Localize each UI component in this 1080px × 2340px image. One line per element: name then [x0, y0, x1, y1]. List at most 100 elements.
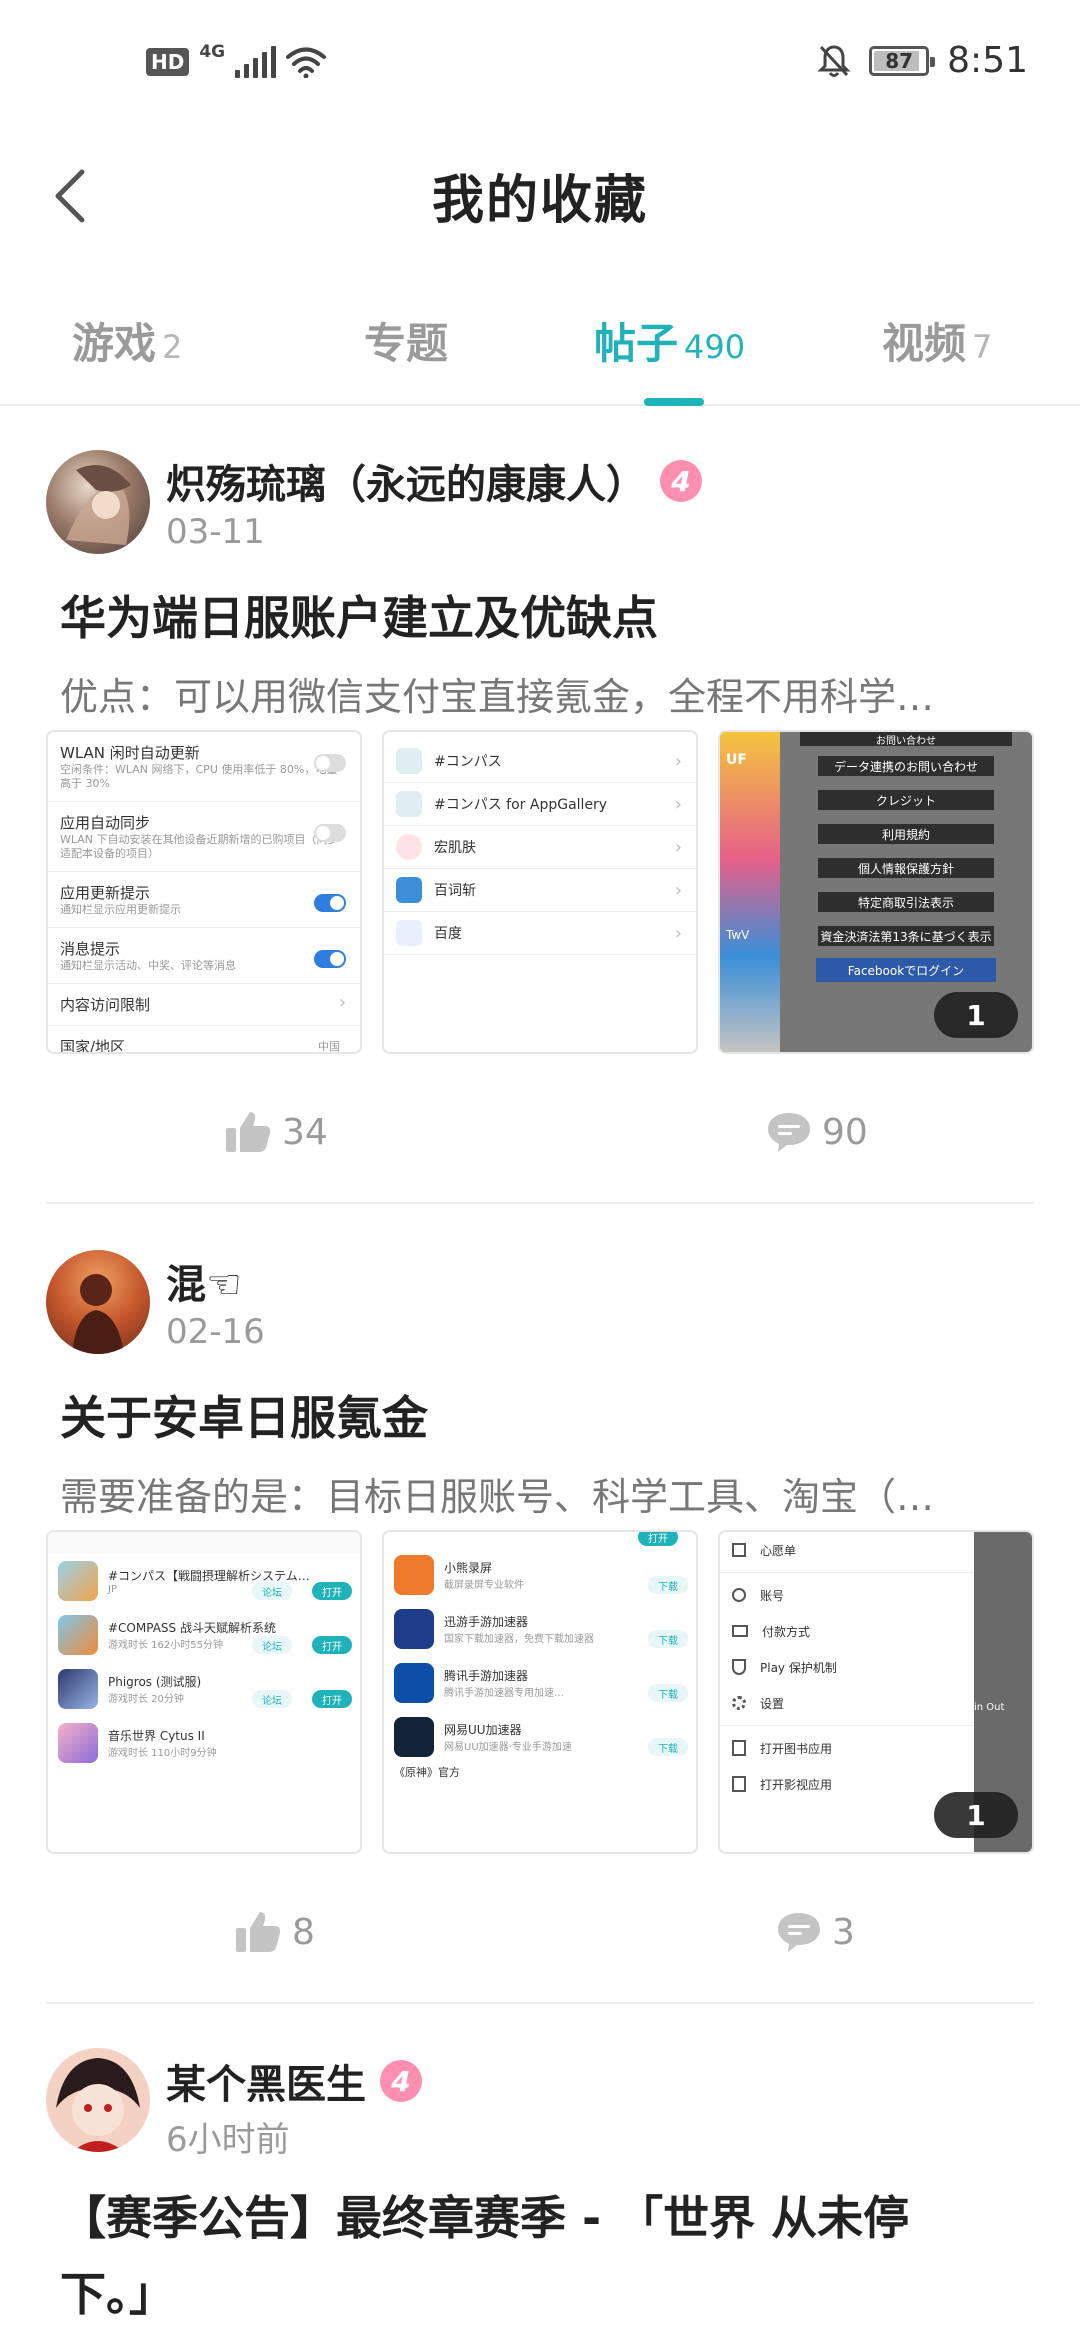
game-icon: [58, 1669, 98, 1709]
like-button[interactable]: 34: [224, 1110, 328, 1154]
card-icon: [732, 1625, 748, 1637]
post-title[interactable]: 关于安卓日服氪金: [60, 1380, 1020, 1456]
open-pill: 打开: [638, 1532, 678, 1546]
wifi-icon: [286, 47, 327, 78]
status-left: HD 4G: [146, 42, 327, 78]
game-sub: 游戏时长 110小时9分钟: [108, 1748, 217, 1759]
app-icon: [394, 1717, 434, 1757]
menu-label: 账号: [760, 1588, 785, 1603]
app-title: 迅游手游加速器: [444, 1615, 529, 1629]
level-badge: 4: [380, 2060, 422, 2102]
post-card[interactable]: 某个黑医生 4 6小时前 【赛季公告】最终章赛季 - 「世界 从未停下。」: [0, 2030, 1080, 2340]
app-icon: [394, 1663, 434, 1703]
post-date: 03-11: [166, 512, 265, 552]
app-row: 小熊录屏 截屏录屏专业软件 下载: [384, 1548, 696, 1602]
settings-row: 内容访问限制 ›: [48, 984, 360, 1026]
post-title[interactable]: 【赛季公告】最终章赛季 - 「世界 从未停下。」: [60, 2180, 950, 2332]
app-title: 小熊录屏: [444, 1561, 493, 1575]
settings-row: 消息提示 通知栏显示活动、中奖、评论等消息: [48, 928, 360, 984]
game-sub: 游戏时长 162小时55分钟: [108, 1640, 223, 1651]
forum-pill: 论坛: [252, 1582, 292, 1600]
post-image[interactable]: in Out 心愿单 账号 付款方式 Play 保护机制 设置 打开图书应用 打…: [718, 1530, 1034, 1854]
download-pill: 下载: [648, 1738, 688, 1756]
battery-percent: 87: [885, 48, 914, 73]
app-header: 我的收藏: [0, 130, 1080, 260]
post-card[interactable]: 炽殇琉璃（永远的康康人） 4 03-11 华为端日服账户建立及优缺点 优点：可以…: [0, 430, 1080, 1210]
image-count-badge: 1: [934, 1792, 1018, 1838]
post-excerpt[interactable]: 需要准备的是：目标日服账号、科学工具、淘宝（…: [60, 1466, 1036, 1521]
post-image[interactable]: WLAN 闲时自动更新 空闲条件：WLAN 网络下，CPU 使用率低于 80%，…: [46, 730, 362, 1054]
post-title[interactable]: 华为端日服账户建立及优缺点: [60, 580, 1020, 656]
author-name-row[interactable]: 炽殇琉璃（永远的康康人） 4: [166, 452, 702, 510]
thumb-top-strip: [48, 1532, 360, 1554]
post-image[interactable]: #コンパス › #コンパス for AppGallery › 宏肌肤 › 百词斩 › 百…: [382, 730, 698, 1054]
settings-row: WLAN 闲时自动更新 空闲条件：WLAN 网络下，CPU 使用率低于 80%，…: [48, 732, 360, 802]
app-row: #コンパス for AppGallery ›: [384, 783, 696, 826]
menu-item: 账号: [720, 1577, 974, 1613]
game-row: #コンパス【戦闘摂理解析システム… JP 论坛 打开: [48, 1554, 360, 1608]
chevron-right-icon: ›: [674, 750, 682, 772]
thumb-top-strip: 打开: [384, 1532, 696, 1548]
row-sub: 通知栏显示活动、中奖、评论等消息: [60, 959, 236, 972]
jp-menu-item: データ連携のお問い合わせ: [816, 754, 996, 778]
app-name: 百度: [434, 926, 462, 942]
menu-label: 心愿单: [760, 1543, 797, 1558]
status-right: 87 8:51: [817, 40, 1028, 81]
person-icon: [732, 1588, 746, 1602]
menu-label: 打开影视应用: [760, 1777, 833, 1792]
book-icon: [732, 1740, 746, 1756]
author-name-row[interactable]: 某个黑医生 4: [166, 2052, 422, 2110]
download-pill: 下载: [648, 1684, 688, 1702]
menu-item: 设置: [720, 1685, 974, 1721]
menu-side-text: in Out: [974, 1702, 1005, 1713]
app-sub: 网易UU加速器·专业手游加速: [444, 1742, 572, 1753]
post-image[interactable]: UF TwV お問い合わせ データ連携のお問い合わせ クレジット 利用規約 個人…: [718, 730, 1034, 1054]
avatar[interactable]: [46, 450, 150, 554]
tab-videos[interactable]: 视频 7: [882, 310, 992, 370]
post-card[interactable]: 混☜ 02-16 关于安卓日服氪金 需要准备的是：目标日服账号、科学工具、淘宝（…: [0, 1230, 1080, 2010]
play-menu: 心愿单 账号 付款方式 Play 保护机制 设置 打开图书应用 打开影视应用: [720, 1532, 974, 1802]
post-excerpt[interactable]: 优点：可以用微信支付宝直接氪金，全程不用科学…: [60, 666, 1036, 721]
toggle-off: [314, 824, 346, 842]
row-title: 消息提示: [60, 940, 121, 958]
app-row: 百度 ›: [384, 912, 696, 955]
row-title: 应用更新提示: [60, 884, 151, 902]
jp-menu-top: お問い合わせ: [800, 732, 1012, 746]
game-title: Phigros (测试服): [108, 1675, 202, 1689]
menu-label: 付款方式: [762, 1624, 811, 1639]
app-icon: [394, 1555, 434, 1595]
row-sub: 通知栏显示应用更新提示: [60, 903, 181, 916]
tab-topics[interactable]: 专题: [364, 310, 448, 370]
game-row: 音乐世界 Cytus II 游戏时长 110小时9分钟: [48, 1716, 360, 1770]
comment-button[interactable]: 3: [776, 1910, 855, 1954]
jp-menu-item: 資金決済法第13条に基づく表示: [816, 924, 996, 948]
post-divider: [46, 1202, 1034, 1204]
film-icon: [732, 1776, 746, 1792]
post-actions: 34 90: [0, 1110, 1080, 1170]
author-name-row[interactable]: 混☜: [166, 1252, 242, 1310]
app-row: #コンパス ›: [384, 740, 696, 783]
post-image[interactable]: 打开 小熊录屏 截屏录屏专业软件 下载 迅游手游加速器 国家下载加速器，免费下载加速…: [382, 1530, 698, 1854]
avatar[interactable]: [46, 2048, 150, 2152]
jp-side-banner: UF TwV: [720, 732, 780, 1052]
open-pill: 打开: [312, 1582, 352, 1600]
jp-facebook-login: Facebookでログイン: [816, 958, 996, 982]
app-title: 网易UU加速器: [444, 1723, 522, 1737]
jp-side-text: UF: [726, 752, 747, 768]
like-button[interactable]: 8: [234, 1910, 315, 1954]
jp-menu-item: クレジット: [816, 788, 996, 812]
post-image[interactable]: #コンパス【戦闘摂理解析システム… JP 论坛 打开 #COMPASS 战斗天赋解…: [46, 1530, 362, 1854]
post-date: 6小时前: [166, 2120, 290, 2160]
app-title: 腾讯手游加速器: [444, 1669, 529, 1683]
tab-posts[interactable]: 帖子 490: [594, 310, 745, 370]
comment-button[interactable]: 90: [766, 1110, 868, 1154]
app-icon: [396, 877, 422, 903]
jp-menu-item: 特定商取引法表示: [816, 890, 996, 914]
tab-label: 专题: [364, 319, 449, 368]
tab-games[interactable]: 游戏 2: [72, 310, 182, 370]
download-pill: 下载: [648, 1630, 688, 1648]
avatar-art: [66, 465, 131, 545]
comment-icon: [778, 1913, 820, 1952]
signal-icon: [235, 46, 277, 78]
avatar[interactable]: [46, 1250, 150, 1354]
